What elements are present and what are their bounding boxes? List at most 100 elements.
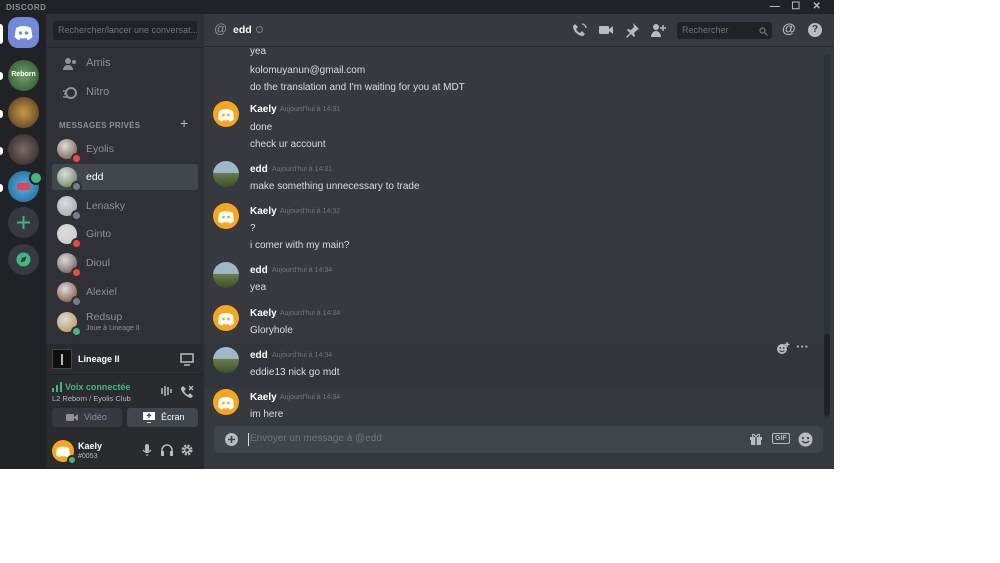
emoji-icon[interactable] [798,432,813,447]
message-author[interactable]: Kaely [250,206,277,217]
message-timestamp: Aujourd'hui à 14:34 [272,267,333,274]
message-author[interactable]: Kaely [250,308,277,319]
message-text: eddie13 nick go mdt [250,367,340,378]
dm-item[interactable]: edd [52,164,198,192]
voice-call-icon[interactable] [572,22,588,38]
status-indicator [71,210,82,221]
attach-button[interactable] [225,433,238,446]
voice-channel[interactable]: L2 Reborn / Eyolis Club [52,394,131,403]
status-indicator [71,267,82,278]
dm-item[interactable]: Eyolis [52,136,198,164]
message-avatar[interactable] [213,262,239,288]
add-reaction-icon[interactable] [776,341,790,355]
more-options-button[interactable]: ··· [796,339,809,354]
chat-recipient: edd [233,24,252,36]
message-avatar[interactable] [213,203,239,229]
message-text: kolomuyanun@gmail.com [250,65,366,76]
dm-search-input[interactable]: Rechercher/lancer une conversat... [53,21,197,40]
status-indicator [71,296,82,307]
user-tag: #0053 [78,453,98,460]
video-label: Vidéo [84,412,107,422]
message-input[interactable]: Envoyer un message à @edd [250,433,382,444]
microphone-icon[interactable] [141,443,153,457]
message-author[interactable]: edd [250,164,268,175]
message-text: yea [250,282,267,293]
chat-search-input[interactable]: Rechercher [677,22,772,39]
message-avatar[interactable] [213,305,239,331]
scrollbar-thumb[interactable] [824,334,830,416]
message-hover-highlight [204,344,824,388]
dm-section-title: MESSAGES PRIVÉS [59,121,141,130]
help-icon[interactable]: ? [808,23,822,37]
dm-item[interactable]: Dioul [52,250,198,278]
maximize-button[interactable]: ☐ [787,0,805,14]
screen-share-button[interactable]: Écran [127,408,198,427]
voice-panel: Voix connectée L2 Reborn / Eyolis Club V… [46,374,204,432]
server-icon-dark[interactable] [8,134,39,165]
add-friend-icon[interactable] [650,22,666,38]
compass-icon [16,252,31,267]
message-timestamp: Aujourd'hui à 14:31 [280,106,341,113]
close-button[interactable]: ✕ [808,0,826,14]
message-text: im here [250,409,284,420]
message-text: make something unnecessary to trade [250,181,420,192]
message-author[interactable]: edd [250,350,268,361]
message-timestamp: Aujourd'hui à 14:34 [272,352,333,359]
server-icon-reborn[interactable]: Reborn [8,60,39,91]
message-composer[interactable]: Envoyer un message à @edd GIF [214,426,823,453]
dm-item[interactable]: Lenasky [52,193,198,221]
gif-button[interactable]: GIF [772,433,790,444]
explore-button[interactable] [8,244,39,275]
dm-name: Lenasky [86,200,126,212]
home-button[interactable] [8,17,39,48]
message-author[interactable]: edd [250,265,268,276]
pin-icon[interactable] [624,22,640,38]
status-indicator [71,181,82,192]
dm-name: Redsup [86,311,123,323]
minimize-button[interactable]: — [766,0,784,14]
chat-header: @ edd Rechercher @ ? [204,14,834,47]
user-name: Kaely [78,441,103,451]
message-author[interactable]: Kaely [250,392,277,403]
gift-icon[interactable] [749,432,763,446]
disconnect-icon[interactable] [180,384,194,398]
discord-logo-icon [218,109,234,122]
settings-gear-icon[interactable] [180,443,194,457]
dm-item[interactable]: Alexiel [52,279,198,307]
create-dm-button[interactable]: + [180,115,188,131]
headphones-icon[interactable] [160,443,174,457]
user-status-dot [67,455,77,465]
nav-friends[interactable]: Amis [54,52,198,76]
dm-item[interactable]: Redsup Joue à Lineage II [52,309,198,337]
video-button[interactable]: Vidéo [52,408,122,427]
message-author[interactable]: Kaely [250,104,277,115]
stream-icon[interactable] [180,352,194,366]
dm-name: Alexiel [86,286,117,298]
message-avatar[interactable] [213,101,239,127]
nav-nitro[interactable]: Nitro [54,81,198,105]
status-indicator [71,238,82,249]
activity-panel: Lineage II [46,344,204,374]
message-avatar[interactable] [213,347,239,373]
video-call-icon[interactable] [598,22,614,38]
user-panel: Kaely #0053 [46,432,204,469]
dm-item[interactable]: Ginto [52,221,198,249]
title-bar: DISCORD — ☐ ✕ [0,0,834,14]
add-server-button[interactable] [8,207,39,238]
notification-badge [29,171,43,185]
nav-label: Nitro [86,86,110,98]
message-text: done [250,122,273,133]
at-icon: @ [214,21,228,36]
nitro-icon [63,87,77,99]
dm-name: Ginto [86,228,112,240]
screen-label: Écran [161,412,185,422]
status-indicator [71,153,82,164]
server-rail: Reborn [0,14,46,469]
mentions-icon[interactable]: @ [782,20,796,36]
message-timestamp: Aujourd'hui à 14:34 [280,310,341,317]
noise-suppression-icon[interactable] [161,385,173,397]
server-icon-lineage[interactable] [8,97,39,128]
message-text: ? [250,223,256,234]
message-avatar[interactable] [213,161,239,187]
message-avatar[interactable] [213,389,239,415]
